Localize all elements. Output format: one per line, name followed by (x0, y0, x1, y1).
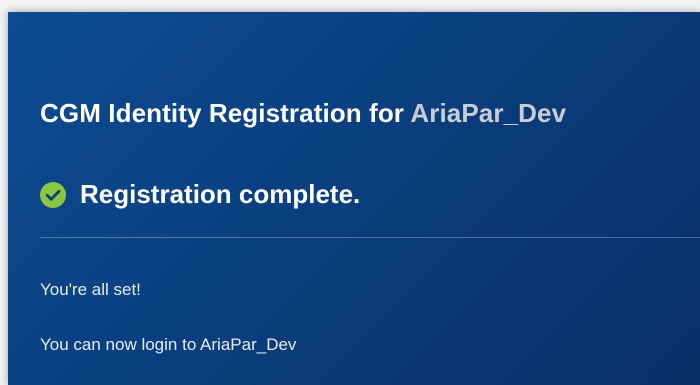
divider (40, 237, 700, 238)
registration-panel: CGM Identity Registration for AriaPar_De… (8, 12, 700, 385)
status-text: Registration complete. (80, 179, 361, 209)
status-row: Registration complete. (40, 179, 360, 210)
login-message: You can now login to AriaPar_Dev (40, 335, 297, 354)
success-message: You're all set! (40, 280, 141, 299)
title-prefix: CGM Identity Registration for (40, 98, 405, 128)
page-title: CGM Identity Registration for AriaPar_De… (40, 98, 566, 129)
check-circle-icon (40, 181, 66, 208)
title-app-name: AriaPar_Dev (410, 98, 567, 128)
window-frame: CGM Identity Registration for AriaPar_De… (0, 0, 700, 385)
